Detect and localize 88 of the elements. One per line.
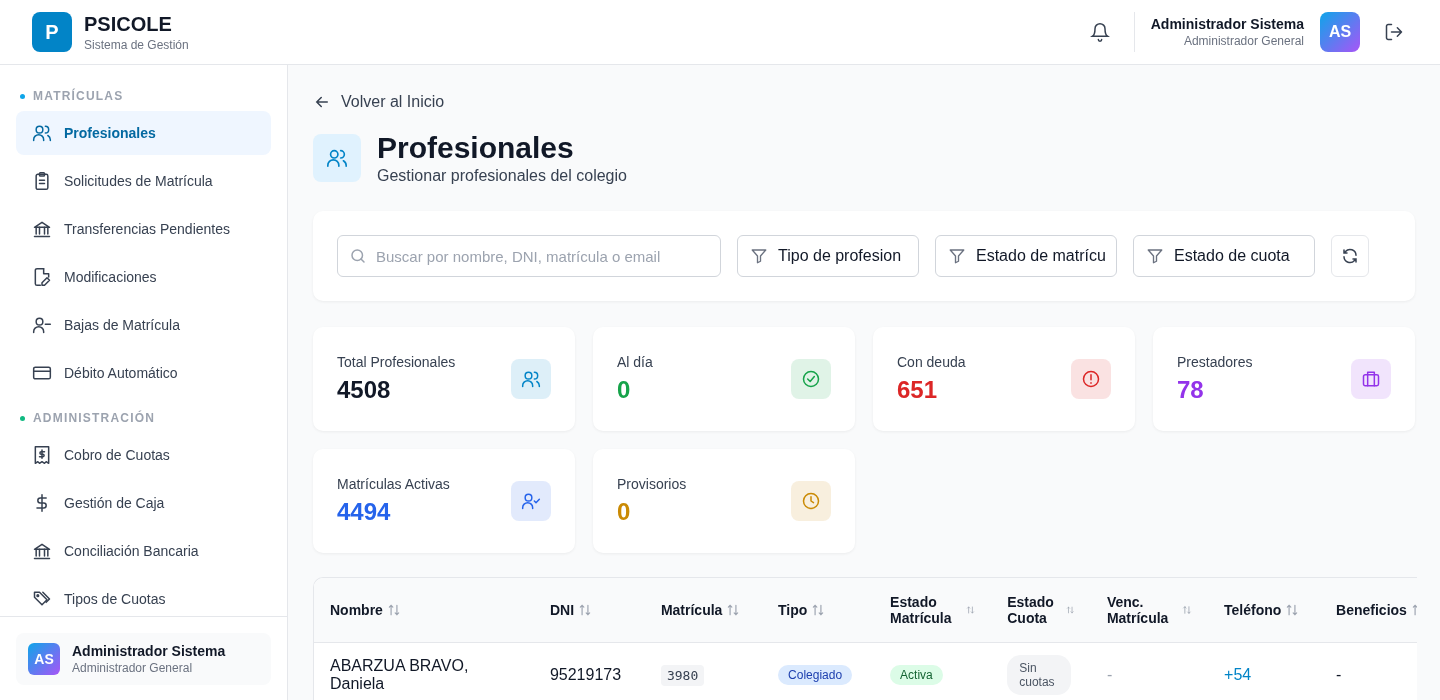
column-header: Tipo xyxy=(778,602,808,618)
filter-icon xyxy=(1146,247,1164,265)
briefcase-icon xyxy=(1361,369,1381,389)
user-check-icon xyxy=(521,491,541,511)
sidebar-item[interactable]: Débito Automático xyxy=(16,351,271,395)
user-card[interactable]: AS Administrador Sistema Administrador General xyxy=(16,633,271,685)
user-name: Administrador Sistema xyxy=(1150,16,1304,32)
column-header: Estado Matrícula xyxy=(890,594,953,626)
bank-icon xyxy=(32,219,52,239)
sort-icon[interactable] xyxy=(811,603,826,617)
sidebar-item[interactable]: Tipos de Cuotas xyxy=(16,577,271,616)
receipt-dollar-icon xyxy=(32,445,52,465)
stat-label: Provisorios xyxy=(617,476,687,492)
app-subtitle: Sistema de Gestión xyxy=(84,37,189,52)
column-header: Nombre xyxy=(330,602,383,618)
filter-dropdown[interactable]: Estado de cuota xyxy=(1133,235,1315,277)
stat-label: Prestadores xyxy=(1177,354,1253,370)
app-logo: P xyxy=(32,12,72,52)
stat-label: Matrículas Activas xyxy=(337,476,450,492)
status-badge: Sin cuotas xyxy=(1007,655,1072,695)
app-name: PSICOLE xyxy=(84,12,173,36)
users-icon xyxy=(326,147,348,169)
sort-icon[interactable] xyxy=(1182,603,1193,617)
phone-link[interactable]: +54 xyxy=(1224,666,1252,683)
section-title: ADMINISTRACIÓN xyxy=(33,411,156,425)
sort-icon[interactable] xyxy=(1285,603,1300,617)
column-header: Teléfono xyxy=(1224,602,1282,618)
users-icon xyxy=(32,123,52,143)
column-header: Estado Cuota xyxy=(1007,594,1055,626)
column-header: Beneficios xyxy=(1336,602,1407,618)
stat-label: Con deuda xyxy=(897,354,966,370)
clipboard-icon xyxy=(32,171,52,191)
users-icon xyxy=(521,369,541,389)
sidebar-item[interactable]: Modificaciones xyxy=(16,255,271,299)
stat-label: Al día xyxy=(617,354,653,370)
column-header: Matrícula xyxy=(660,602,723,618)
logout-icon xyxy=(1384,22,1404,42)
user-role: Administrador General xyxy=(72,661,194,675)
user-minus-icon xyxy=(32,315,52,335)
sort-icon[interactable] xyxy=(578,603,593,617)
page-title: Profesionales xyxy=(377,131,575,165)
sort-icon[interactable] xyxy=(726,603,741,617)
section-title: MATRÍCULAS xyxy=(33,89,124,103)
alert-circle-icon xyxy=(1081,369,1101,389)
user-avatar[interactable]: AS xyxy=(1320,12,1360,52)
stat-value: 4508 xyxy=(337,376,392,404)
user-avatar: AS xyxy=(28,643,60,675)
clock-icon xyxy=(801,491,821,511)
sidebar-item[interactable]: Profesionales xyxy=(16,111,271,155)
sidebar-item[interactable]: Conciliación Bancaria xyxy=(16,529,271,573)
type-badge: Colegiado xyxy=(778,665,853,685)
filter-dropdown[interactable]: Estado de matrícu xyxy=(935,235,1117,277)
bank-icon xyxy=(32,541,52,561)
matricula-code: 3980 xyxy=(660,665,705,686)
table-cell: - xyxy=(1090,642,1209,700)
stat-value: 0 xyxy=(617,376,632,404)
sidebar-item[interactable]: Cobro de Cuotas xyxy=(16,433,271,477)
back-link[interactable]: Volver al Inicio xyxy=(313,93,445,111)
filter-icon xyxy=(948,247,966,265)
stat-label: Total Profesionales xyxy=(337,354,456,370)
filter-dropdown[interactable]: Tipo de profesion xyxy=(737,235,919,277)
table-cell: ABARZUA BRAVO, Daniela xyxy=(314,642,534,700)
user-name: Administrador Sistema xyxy=(72,643,226,659)
stat-value: 0 xyxy=(617,498,632,526)
table-cell: 95219173 xyxy=(533,642,645,700)
file-pencil-icon xyxy=(32,267,52,287)
stat-value: 78 xyxy=(1177,376,1205,404)
check-circle-icon xyxy=(801,369,821,389)
table-cell: - xyxy=(1320,642,1417,700)
filter-icon xyxy=(750,247,768,265)
column-header: DNI xyxy=(549,602,575,618)
sidebar-item[interactable]: Bajas de Matrícula xyxy=(16,303,271,347)
stat-value: 4494 xyxy=(337,498,392,526)
stat-value: 651 xyxy=(897,376,939,404)
search-field[interactable]: Buscar por nombre, DNI, matrícula o email xyxy=(337,235,721,277)
status-badge: Activa xyxy=(890,665,943,685)
bell-icon xyxy=(1089,22,1110,42)
user-role: Administrador General xyxy=(1182,34,1304,48)
sort-icon[interactable] xyxy=(966,603,976,617)
sidebar-item[interactable]: Transferencias Pendientes xyxy=(16,207,271,251)
refresh-button[interactable] xyxy=(1331,235,1369,277)
refresh-icon xyxy=(1341,247,1359,265)
credit-card-icon xyxy=(32,363,52,383)
page-subtitle: Gestionar profesionales del colegio xyxy=(377,167,627,185)
column-header: Venc. Matrícula xyxy=(1106,594,1170,626)
sidebar-item[interactable]: Gestión de Caja xyxy=(16,481,271,525)
sidebar-item[interactable]: Solicitudes de Matrícula xyxy=(16,159,271,203)
sort-icon[interactable] xyxy=(386,603,401,617)
